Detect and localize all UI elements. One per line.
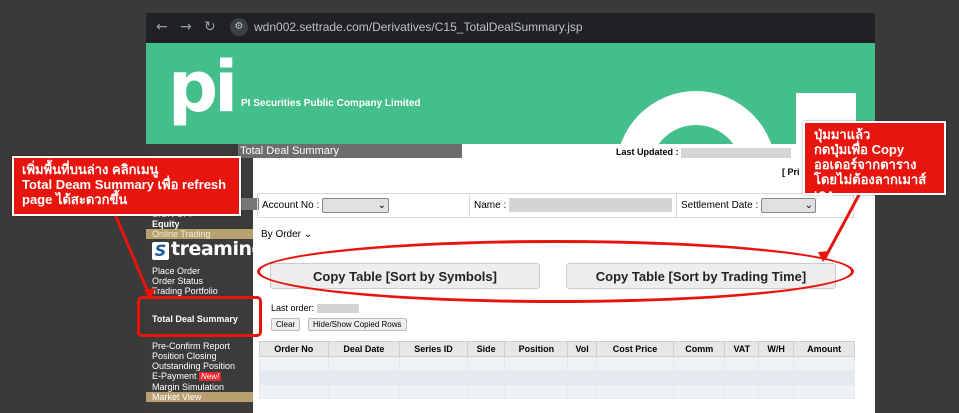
streaming-logo[interactable]: S treaming (150, 238, 265, 263)
menu-equity[interactable]: Equity (152, 219, 180, 229)
column-header[interactable]: Position (504, 341, 569, 357)
table-row-redacted[interactable] (259, 356, 855, 371)
chevron-down-icon: ⌄ (377, 199, 387, 211)
column-header[interactable]: Deal Date (327, 341, 401, 357)
arrow-to-total-deal-summary (113, 213, 152, 298)
left-callout: เพิ่มพื้นที่บนล่าง คลิกเมนู Total Deam S… (12, 156, 241, 216)
menu-order-status[interactable]: Order Status (152, 276, 203, 286)
menu-trading-portfolio[interactable]: Trading Portfolio (152, 286, 218, 296)
pi-logo: pi (168, 46, 238, 128)
name-label: Name : (474, 200, 507, 211)
reload-icon[interactable]: ↻ (204, 19, 216, 35)
filter-row: Account No : ⌄ Name : Settlement Date : … (257, 193, 854, 218)
name-cell: Name : (470, 194, 677, 217)
table-header-row: Order No Deal Date Series ID Side Positi… (259, 341, 855, 357)
site-info-icon[interactable]: ⚙ (230, 18, 248, 36)
settlement-label: Settlement Date : (681, 200, 759, 211)
last-updated: Last Updated : (616, 147, 792, 158)
column-header[interactable]: Cost Price (595, 341, 675, 357)
streaming-wordmark: treaming (171, 238, 265, 260)
account-cell: Account No : ⌄ (258, 194, 470, 217)
callout-line: page ได้สะดวกขึ้น (22, 192, 128, 207)
column-header[interactable]: Vol (567, 341, 597, 357)
last-updated-label: Last Updated : (616, 147, 679, 157)
screenshot-stage: ← → ↻ ⚙ wdn002.settrade.com/Derivatives/… (0, 0, 959, 413)
menu-e-payment[interactable]: E-Payment New! (152, 371, 222, 382)
last-order: Last order: (271, 303, 359, 314)
column-header[interactable]: VAT (724, 341, 760, 357)
column-header[interactable]: Amount (793, 341, 855, 357)
last-order-value-redacted (316, 304, 359, 314)
last-order-label: Last order: (271, 303, 315, 313)
account-label: Account No : (262, 200, 320, 211)
callout-line: ปุ่มมาแล้ว (814, 127, 871, 142)
highlight-total-deal-summary (137, 296, 262, 337)
page-title: Total Deal Summary (238, 144, 462, 158)
settlement-select[interactable]: ⌄ (761, 197, 817, 213)
hide-show-copied-rows-button[interactable]: Hide/Show Copied Rows (308, 318, 407, 331)
table-row-redacted[interactable] (259, 370, 855, 385)
header-banner: pi PI Securities Public Company Limited (146, 43, 875, 144)
last-updated-value-redacted (681, 147, 792, 158)
menu-market-view[interactable]: Market View (146, 392, 253, 402)
menu-place-order[interactable]: Place Order (152, 266, 200, 276)
company-name: PI Securities Public Company Limited (241, 98, 421, 109)
column-header[interactable]: Side (466, 341, 506, 357)
account-select[interactable]: ⌄ (322, 197, 390, 213)
column-header[interactable]: Comm (673, 341, 726, 357)
web-page: pi PI Securities Public Company Limited … (146, 43, 875, 413)
deal-table: Order No Deal Date Series ID Side Positi… (259, 341, 855, 399)
chevron-down-icon: ⌄ (303, 229, 313, 240)
column-header[interactable]: Order No (259, 341, 329, 357)
browser-toolbar: ← → ↻ ⚙ wdn002.settrade.com/Derivatives/… (146, 13, 875, 43)
callout-line: ออเดอร์จากตาราง (814, 157, 917, 172)
column-header[interactable]: W/H (758, 341, 795, 357)
name-value-redacted (509, 198, 673, 213)
back-arrow-icon[interactable]: ← (156, 19, 168, 35)
highlight-copy-buttons (257, 240, 854, 303)
streaming-s-icon: S (152, 242, 169, 260)
print-link[interactable]: [ Pri (782, 167, 800, 177)
menu-position-closing[interactable]: Position Closing (152, 351, 217, 361)
address-bar[interactable]: wdn002.settrade.com/Derivatives/C15_Tota… (254, 20, 583, 34)
callout-line: โดยไม่ต้องลากเมาส์เอง (814, 172, 927, 202)
forward-arrow-icon[interactable]: → (180, 19, 192, 35)
menu-pre-confirm-report[interactable]: Pre-Confirm Report (152, 341, 230, 351)
callout-line: Total Deam Summary เพื่อ refresh (22, 177, 227, 192)
new-badge: New! (199, 372, 222, 381)
chevron-down-icon: ⌄ (804, 199, 814, 211)
column-header[interactable]: Series ID (399, 341, 468, 357)
right-callout: ปุ่มมาแล้ว กดปุ่มเพื่อ Copy ออเดอร์จากตา… (803, 121, 946, 202)
table-row-redacted[interactable] (259, 384, 855, 399)
menu-margin-simulation[interactable]: Margin Simulation (152, 382, 224, 392)
sort-select[interactable]: By Order ⌄ (261, 229, 312, 240)
brand-graphic (616, 91, 776, 144)
menu-outstanding-position[interactable]: Outstanding Position (152, 361, 235, 371)
clear-button[interactable]: Clear (271, 318, 301, 331)
menu-e-payment-label: E-Payment (152, 371, 197, 381)
callout-line: เพิ่มพื้นที่บนล่าง คลิกเมนู (22, 162, 159, 177)
sort-select-value: By Order (261, 229, 302, 240)
callout-line: กดปุ่มเพื่อ Copy (814, 142, 905, 157)
